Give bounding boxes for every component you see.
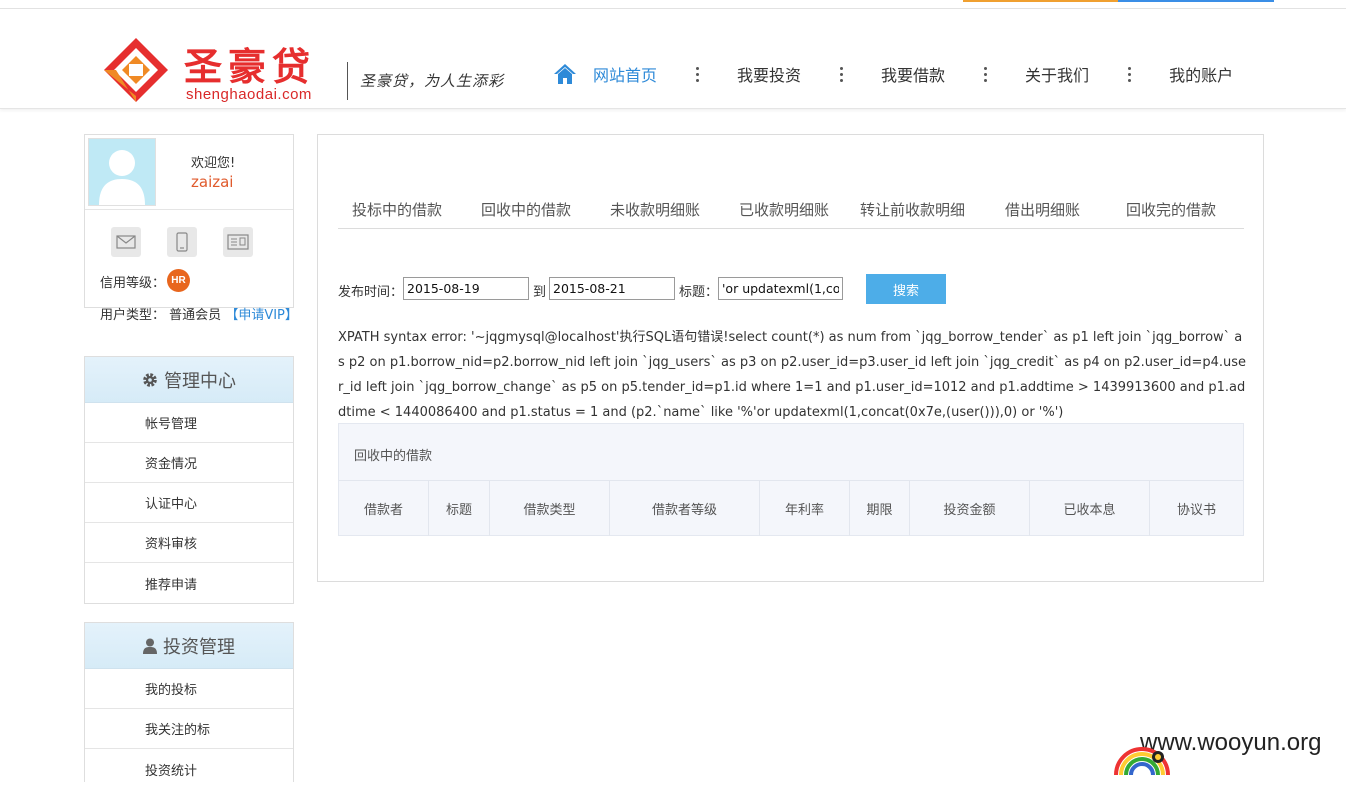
panel-title: 管理中心 bbox=[164, 370, 236, 392]
site-logo[interactable]: 圣豪贷 shenghaodai.com bbox=[100, 36, 340, 106]
id-card-icon[interactable] bbox=[223, 227, 253, 257]
nav-item-about[interactable]: 关于我们 bbox=[1025, 62, 1089, 86]
avatar[interactable] bbox=[88, 138, 156, 206]
user-info-box: 欢迎您! zaizai 信用等级： HR 用户类型： 普通会员 【申请VIP】 bbox=[84, 134, 298, 323]
apply-vip-link[interactable]: 【申请VIP】 bbox=[225, 308, 298, 323]
user-icon bbox=[143, 638, 157, 654]
title-label: 标题： bbox=[679, 285, 719, 300]
logo-text-domain: shenghaodai.com bbox=[186, 86, 312, 103]
nav-separator bbox=[983, 66, 987, 82]
sidebar-item-funds[interactable]: 资金情况 bbox=[85, 443, 293, 483]
tab-bar: 投标中的借款 回收中的借款 未收款明细账 已收款明细账 转让前收款明细 借出明细… bbox=[338, 199, 1244, 229]
column-header-agreement: 协议书 bbox=[1176, 503, 1216, 518]
sql-error-message: XPATH syntax error: '~jqgmysql@localhost… bbox=[338, 330, 1247, 420]
gear-icon bbox=[143, 372, 157, 387]
tab-lending-detail[interactable]: 借出明细账 bbox=[1005, 199, 1080, 220]
nav-separator bbox=[839, 66, 843, 82]
user-type-label: 用户类型： bbox=[100, 308, 166, 323]
panel-management-header[interactable]: 管理中心 bbox=[85, 357, 293, 403]
main-nav: 网站首页 我要投资 我要借款 关于我们 我的账户 bbox=[553, 60, 1233, 88]
tab-recovered[interactable]: 回收完的借款 bbox=[1126, 199, 1216, 220]
sidebar-item-my-bids[interactable]: 我的投标 bbox=[85, 669, 293, 709]
title-input[interactable] bbox=[718, 277, 843, 300]
column-header-loan-type: 借款类型 bbox=[490, 481, 610, 536]
user-type: 用户类型： 普通会员 【申请VIP】 bbox=[100, 304, 298, 323]
sidebar-item-review[interactable]: 资料审核 bbox=[85, 523, 293, 563]
column-header-received: 已收本息 bbox=[1030, 481, 1150, 536]
default-avatar-icon bbox=[89, 139, 155, 205]
sidebar-item-account-manage[interactable]: 帐号管理 bbox=[85, 403, 293, 443]
sidebar-item-verification[interactable]: 认证中心 bbox=[85, 483, 293, 523]
column-header-annual-rate: 年利率 bbox=[760, 481, 850, 536]
nav-separator bbox=[695, 66, 699, 82]
column-header-title: 标题 bbox=[429, 481, 490, 536]
tab-pre-transfer[interactable]: 转让前收款明细 bbox=[860, 199, 965, 220]
slogan-divider bbox=[347, 62, 348, 100]
home-icon[interactable] bbox=[553, 63, 577, 85]
nav-item-borrow[interactable]: 我要借款 bbox=[881, 62, 945, 86]
sidebar-item-followed[interactable]: 我关注的标 bbox=[85, 709, 293, 749]
credit-badge: HR bbox=[167, 269, 190, 292]
main-content: 投标中的借款 回收中的借款 未收款明细账 已收款明细账 转让前收款明细 借出明细… bbox=[317, 134, 1264, 582]
nav-item-invest[interactable]: 我要投资 bbox=[737, 62, 801, 86]
watermark-logo-icon bbox=[1114, 747, 1170, 775]
slogan: 圣豪贷，为人生添彩 bbox=[360, 72, 505, 90]
loan-table: 回收中的借款 借款者 标题 借款类型 借款者等级 年利率 期限 投资金额 已收本… bbox=[338, 423, 1244, 536]
panel-management: 管理中心 帐号管理 资金情况 认证中心 资料审核 推荐申请 bbox=[84, 356, 294, 604]
column-header-borrower: 借款者 bbox=[339, 481, 429, 536]
nav-item-account[interactable]: 我的账户 bbox=[1169, 62, 1233, 86]
mail-icon[interactable] bbox=[111, 227, 141, 257]
divider bbox=[85, 209, 293, 210]
publish-time-label: 发布时间： bbox=[338, 285, 404, 300]
username: zaizai bbox=[191, 173, 234, 191]
user-type-value: 普通会员 bbox=[169, 308, 222, 323]
welcome-text: 欢迎您! bbox=[191, 156, 236, 171]
nav-separator bbox=[1127, 66, 1131, 82]
table-header-row: 借款者 标题 借款类型 借款者等级 年利率 期限 投资金额 已收本息 协议书 bbox=[339, 481, 1243, 536]
nav-item-home[interactable]: 网站首页 bbox=[593, 62, 657, 86]
sidebar-item-referral[interactable]: 推荐申请 bbox=[85, 563, 293, 603]
tab-received[interactable]: 已收款明细账 bbox=[739, 199, 829, 220]
top-accent-orange bbox=[963, 0, 1118, 2]
top-accent-blue bbox=[1118, 0, 1274, 2]
column-header-invest-amount: 投资金额 bbox=[910, 481, 1030, 536]
logo-mark-icon bbox=[104, 38, 168, 102]
date-from-input[interactable] bbox=[403, 277, 529, 300]
to-label: 到 bbox=[533, 285, 547, 300]
tab-unreceived[interactable]: 未收款明细账 bbox=[610, 199, 700, 220]
panel-title: 投资管理 bbox=[163, 636, 235, 658]
date-to-input[interactable] bbox=[549, 277, 675, 300]
table-title: 回收中的借款 bbox=[354, 449, 433, 464]
sidebar-item-stats[interactable]: 投资统计 bbox=[85, 749, 293, 789]
logo-text-cn: 圣豪贷 bbox=[184, 44, 317, 89]
tab-bidding[interactable]: 投标中的借款 bbox=[352, 199, 442, 220]
column-header-borrower-level: 借款者等级 bbox=[610, 481, 760, 536]
panel-investment-header[interactable]: 投资管理 bbox=[85, 623, 293, 669]
panel-investment: 投资管理 我的投标 我关注的标 投资统计 bbox=[84, 622, 294, 782]
column-header-term: 期限 bbox=[850, 481, 910, 536]
tab-recovering[interactable]: 回收中的借款 bbox=[481, 199, 571, 220]
phone-icon[interactable] bbox=[167, 227, 197, 257]
credit-label: 信用等级： bbox=[100, 276, 166, 291]
search-button[interactable]: 搜索 bbox=[866, 274, 946, 304]
